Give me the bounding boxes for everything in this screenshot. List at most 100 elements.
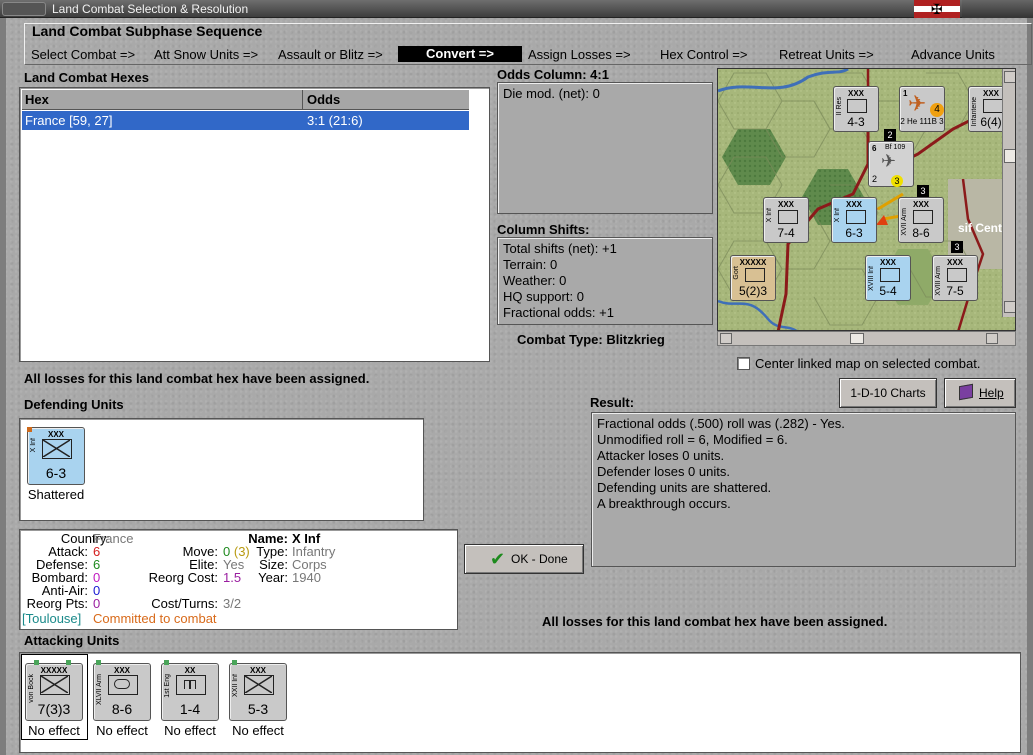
horizontal-scroll-thumb[interactable]: [850, 333, 864, 344]
map-counter-he111[interactable]: 1 ✈ 4 2 He 111B 3: [899, 86, 945, 132]
infantry-icon: [880, 268, 900, 282]
losses-note-bottom: All losses for this land combat hex have…: [542, 614, 888, 629]
armor-icon: [913, 210, 933, 224]
result-line: A breakthrough occurs.: [597, 496, 731, 511]
vertical-scroll-thumb[interactable]: [1004, 149, 1015, 163]
help-button[interactable]: Help: [944, 378, 1016, 408]
attacking-unit-xlvii-arm[interactable]: XXX XLVII Arm 8-6: [93, 660, 151, 721]
attacking-unit-xxii-inf[interactable]: XXX XXII Inf 5-3: [229, 660, 287, 721]
infantry-icon: [244, 675, 274, 695]
right-frame: [1027, 18, 1033, 755]
bomber-plane-icon: ✈: [908, 91, 927, 116]
german-flag-icon: [914, 0, 960, 18]
checkmark-icon: ✔: [490, 549, 506, 569]
hex-badge: 2: [884, 129, 896, 141]
result-panel: Fractional odds (.500) roll was (.282) -…: [591, 412, 1016, 567]
defending-unit-caption: Shattered: [27, 487, 85, 502]
ok-done-label: OK - Done: [511, 552, 568, 566]
result-title: Result:: [590, 395, 635, 410]
result-line: Fractional odds (.500) roll was (.282) -…: [597, 416, 845, 431]
map-counter-x-inf-7-4[interactable]: XXX X Inf 7-4: [763, 197, 809, 243]
armor-icon: [947, 268, 967, 282]
step-att-snow-units: Att Snow Units =>: [154, 47, 259, 62]
ok-done-button[interactable]: ✔ OK - Done: [464, 544, 584, 574]
table-row[interactable]: France [59, 27] 3:1 (21:6): [22, 111, 469, 130]
attacking-unit-1st-eng[interactable]: XX 1st Eng 1-4: [161, 660, 219, 721]
step-select-combat: Select Combat =>: [31, 47, 136, 62]
subphase-sequence-title: Land Combat Subphase Sequence: [32, 23, 263, 39]
result-line: Unmodified roll = 6, Modified = 6.: [597, 432, 788, 447]
shift-weather: Weather: 0: [503, 273, 567, 288]
defending-unit-x-inf[interactable]: XXX X Inf 6-3: [27, 427, 85, 485]
window-title-bar: Land Combat Selection & Resolution: [0, 0, 1033, 18]
map-counter-bf109[interactable]: 6 Bf 109 ✈ 2 3: [868, 141, 914, 187]
scroll-right-arrow-icon[interactable]: [986, 333, 998, 344]
center-map-checkbox[interactable]: [737, 357, 750, 370]
help-label: Help: [979, 386, 1004, 400]
step-hex-control: Hex Control =>: [660, 47, 748, 62]
hexes-table: Hex Odds France [59, 27] 3:1 (21:6): [19, 87, 490, 362]
die-mod: Die mod. (net): 0: [503, 86, 600, 101]
left-frame: [0, 18, 6, 755]
scroll-up-arrow-icon[interactable]: [1004, 71, 1015, 83]
fighter-plane-icon: ✈: [881, 151, 897, 171]
step-convert-active: Convert =>: [398, 46, 522, 62]
step-assign-losses: Assign Losses =>: [528, 47, 631, 62]
map-counter-gort[interactable]: XXXXX Gort 5(2)3: [730, 255, 776, 301]
unit-info-panel: Country: France Attack: 6 Defense: 6 Bom…: [19, 529, 458, 630]
attacking-units-panel: XXXXX von Bock 7(3)3 No effect XXX XLVII…: [19, 652, 1021, 753]
armor-icon: [983, 99, 1003, 113]
hexes-title: Land Combat Hexes: [24, 70, 149, 85]
column-hex[interactable]: Hex: [22, 90, 303, 110]
map-horizontal-scrollbar[interactable]: [717, 331, 1016, 346]
scroll-left-arrow-icon[interactable]: [720, 333, 732, 344]
result-line: Attacker loses 0 units.: [597, 448, 725, 463]
year-value: 1940: [292, 570, 321, 585]
scroll-down-arrow-icon[interactable]: [1004, 301, 1015, 313]
attacking-units-title: Attacking Units: [24, 633, 120, 648]
column-odds[interactable]: Odds: [304, 90, 340, 110]
window-menu-icon[interactable]: [2, 2, 46, 16]
d10-charts-button[interactable]: 1-D-10 Charts: [839, 378, 937, 408]
hexes-table-header: Hex Odds: [22, 90, 469, 110]
shift-terrain: Terrain: 0: [503, 257, 558, 272]
hq-icon: [745, 268, 765, 282]
step-assault-or-blitz: Assault or Blitz =>: [278, 47, 383, 62]
reorg-pts-value: 0: [93, 596, 101, 611]
result-line: Defending units are shattered.: [597, 480, 772, 495]
defending-units-title: Defending Units: [24, 397, 124, 412]
linked-map[interactable]: XXX II Res 4-3 1 ✈ 4 2 He 111B 3 XXX Inf…: [717, 68, 1016, 331]
armor-icon: [108, 675, 138, 695]
map-counter-xvii-arm[interactable]: XXX XVII Arm 8-6: [898, 197, 944, 243]
engineer-icon: [176, 675, 206, 695]
shift-fractional-odds: Fractional odds: +1: [503, 305, 614, 320]
hex-badge: 3: [917, 185, 929, 197]
map-counter-ii-res[interactable]: XXX II Res 4-3: [833, 86, 879, 132]
losses-note-top: All losses for this land combat hex have…: [24, 371, 370, 386]
row-hex-cell: France [59, 27]: [25, 113, 113, 128]
map-counter-xviii-inf[interactable]: XXX XVIII Inf 5-4: [865, 255, 911, 301]
column-shifts-panel: Total shifts (net): +1 Terrain: 0 Weathe…: [497, 237, 713, 325]
location-value: [Toulouse]: [22, 611, 82, 626]
window-title: Land Combat Selection & Resolution: [52, 2, 249, 16]
map-vertical-scrollbar[interactable]: [1002, 69, 1015, 317]
infantry-icon: [846, 210, 866, 224]
status-value: Committed to combat: [93, 611, 217, 626]
hq-icon: [40, 675, 70, 695]
terrain-label: sif Centr: [958, 221, 1007, 235]
shift-total: Total shifts (net): +1: [503, 241, 617, 256]
center-map-label: Center linked map on selected combat.: [755, 356, 981, 371]
combat-type: Combat Type: Blitzkrieg: [517, 332, 665, 347]
map-counter-xviii-arm[interactable]: XXX XVIII Arm 7-5: [932, 255, 978, 301]
odds-column-title: Odds Column: 4:1: [497, 67, 609, 82]
infantry-icon: [778, 210, 798, 224]
map-counter-x-inf-6-3[interactable]: XXX X Inf 6-3: [831, 197, 877, 243]
odds-panel: Die mod. (net): 0: [497, 82, 713, 214]
hex-badge: 3: [951, 241, 963, 253]
attacking-unit-von-bock[interactable]: XXXXX von Bock 7(3)3: [25, 660, 83, 721]
result-line: Defender loses 0 units.: [597, 464, 730, 479]
step-advance-units: Advance Units: [911, 47, 995, 62]
window-controls[interactable]: [962, 0, 1033, 18]
step-retreat-units: Retreat Units =>: [779, 47, 874, 62]
attacking-unit-caption: No effect: [96, 723, 148, 738]
